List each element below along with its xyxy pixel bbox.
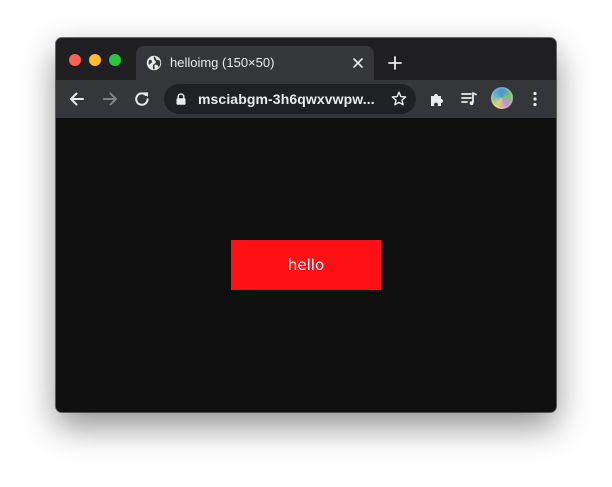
browser-window: helloimg (150×50) msciabgm-3h6qwxvwpw...…: [56, 38, 556, 412]
url-text: msciabgm-3h6qwxvwpw...: [198, 91, 375, 107]
hello-text: hello: [287, 256, 325, 274]
close-icon[interactable]: [350, 55, 366, 71]
minimize-window-button[interactable]: [89, 54, 101, 66]
address-bar[interactable]: msciabgm-3h6qwxvwpw...: [164, 84, 416, 114]
media-queue-icon[interactable]: [460, 90, 478, 108]
close-window-button[interactable]: [69, 54, 81, 66]
tab-strip: helloimg (150×50): [56, 38, 556, 80]
browser-toolbar: msciabgm-3h6qwxvwpw...: [56, 80, 556, 118]
reload-icon[interactable]: [133, 90, 151, 108]
zoom-window-button[interactable]: [109, 54, 121, 66]
hello-image: hello: [231, 240, 381, 290]
forward-arrow-icon[interactable]: [101, 90, 119, 108]
star-icon[interactable]: [390, 90, 408, 108]
puzzle-icon[interactable]: [428, 90, 446, 108]
globe-icon: [146, 55, 162, 71]
back-arrow-icon[interactable]: [68, 90, 86, 108]
lock-icon[interactable]: [176, 93, 186, 105]
browser-tab[interactable]: helloimg (150×50): [136, 46, 374, 80]
avatar[interactable]: [491, 87, 513, 109]
kebab-menu-icon[interactable]: [526, 90, 544, 108]
page-content: hello: [56, 118, 556, 412]
tab-title: helloimg (150×50): [170, 55, 275, 70]
plus-icon[interactable]: [387, 55, 403, 71]
